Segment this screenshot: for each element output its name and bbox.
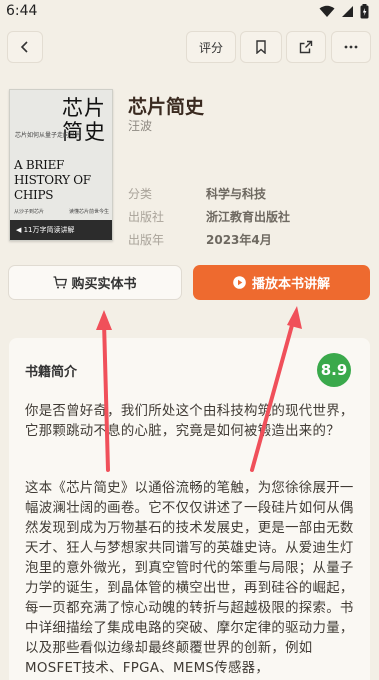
play-icon: [233, 276, 246, 289]
battery-icon: [360, 3, 369, 18]
meta-value: 浙江教育出版社: [206, 210, 291, 224]
bookmark-button[interactable]: [240, 31, 282, 63]
bookmark-icon: [256, 40, 266, 54]
book-title: 芯片简史: [128, 96, 205, 118]
back-button[interactable]: [7, 31, 43, 63]
wifi-icon: [319, 5, 335, 17]
share-button[interactable]: [286, 31, 326, 63]
meta-value: 科学与科技: [206, 187, 267, 201]
meta-key: 出版社: [128, 210, 165, 224]
meta-key: 分类: [128, 187, 153, 201]
cart-icon: [53, 276, 68, 289]
play-explanation-label: 播放本书讲解: [251, 277, 330, 292]
intro-paragraph: 你是否曾好奇，我们所处这个由科技构筑的现代世界，它那颗跳动不息的心脏，究竟是如何…: [25, 404, 354, 439]
score-badge: 8.9: [317, 353, 351, 387]
meta-key: 出版年: [128, 233, 165, 247]
chevron-left-icon: [20, 41, 28, 53]
intro-heading: 书籍简介: [25, 365, 78, 380]
intro-paragraph: 这本《芯片简史》以通俗流畅的笔触，为您徐徐展开一幅波澜壮阔的画卷。它不仅仅讲述了…: [25, 481, 354, 676]
cover-footer: 从沙子到芯片 读懂芯片前世今生: [14, 209, 109, 215]
book-cover[interactable]: 芯片 简史 芯片如何从量子走向世界 A BRIEF HISTORY OF CHI…: [9, 89, 113, 241]
meta-value: 2023年4月: [206, 233, 272, 247]
signal-icon: [342, 5, 353, 17]
share-icon: [299, 40, 313, 54]
rate-label: 评分: [198, 40, 223, 55]
buy-physical-book-button[interactable]: 购买实体书: [8, 265, 182, 300]
cover-banner: ◀ 11万字简读讲解: [10, 220, 112, 240]
buy-physical-label: 购买实体书: [71, 277, 137, 292]
intro-card: 书籍简介 8.9 你是否曾好奇，我们所处这个由科技构筑的现代世界，它那颗跳动不息…: [9, 338, 370, 680]
cover-subtitle: 芯片如何从量子走向世界: [15, 132, 82, 139]
status-time: 6:44: [6, 3, 38, 19]
cover-english-title: A BRIEF HISTORY OF CHIPS: [14, 158, 91, 202]
status-icons: [319, 3, 369, 19]
play-explanation-button[interactable]: 播放本书讲解: [193, 265, 370, 300]
book-author[interactable]: 汪波: [128, 117, 152, 134]
rate-button[interactable]: 评分: [186, 31, 236, 63]
top-toolbar: 评分: [0, 31, 379, 65]
status-bar: 6:44: [0, 0, 379, 22]
more-button[interactable]: [331, 31, 371, 63]
more-icon: [344, 45, 358, 49]
